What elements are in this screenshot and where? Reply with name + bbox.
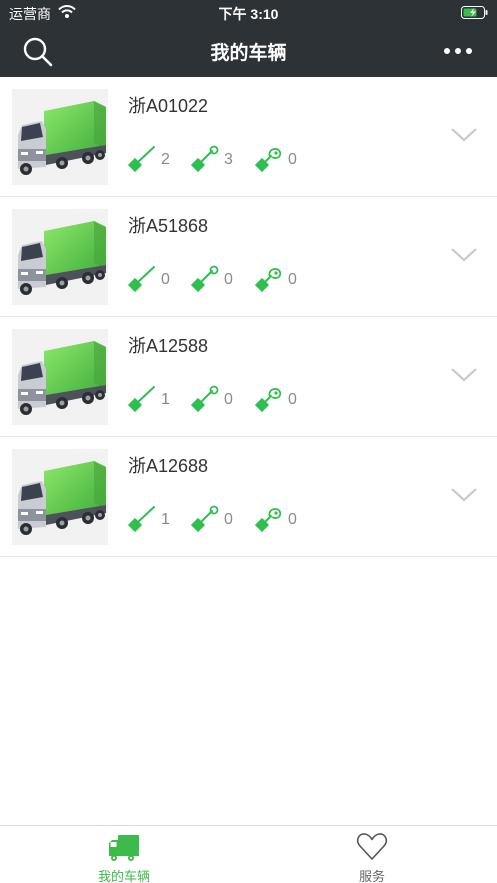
expand-button[interactable] — [451, 367, 477, 383]
lead-seal-count: 2 — [161, 151, 170, 168]
battery-icon — [461, 6, 488, 24]
tab-service[interactable]: 服务 — [322, 826, 422, 883]
tab-my-vehicles-label: 我的车辆 — [97, 869, 150, 883]
tag-seal-count: 0 — [224, 511, 233, 528]
tab-bar: 我的车辆 服务 — [0, 825, 497, 883]
header: 运营商 下午 3:10 我的车辆 — [0, 0, 497, 77]
status-time: 下午 3:10 — [218, 6, 279, 22]
status-bar: 运营商 下午 3:10 — [0, 0, 497, 24]
more-button[interactable] — [440, 38, 476, 64]
chevron-down-icon — [451, 128, 477, 142]
vehicle-row[interactable]: 浙A51868 0 0 0 — [0, 197, 497, 317]
tag-seal-count: 0 — [224, 391, 233, 408]
expand-button[interactable] — [451, 247, 477, 263]
tab-my-vehicles[interactable]: 我的车辆 — [74, 826, 174, 883]
expand-button[interactable] — [451, 127, 477, 143]
truck-image — [12, 449, 108, 545]
expand-button[interactable] — [451, 487, 477, 503]
truck-image — [12, 209, 108, 305]
lead-seal-count: 1 — [161, 391, 170, 408]
license-plate: 浙A12688 — [128, 456, 209, 476]
lock-seal-count: 0 — [288, 151, 297, 168]
lock-seal-count: 0 — [288, 391, 297, 408]
chevron-down-icon — [451, 488, 477, 502]
license-plate: 浙A01022 — [128, 96, 209, 116]
app-screen: 运营商 下午 3:10 我的车辆 浙A01022 2 3 0 浙A51868 0… — [0, 0, 497, 883]
vehicle-row[interactable]: 浙A12688 1 0 0 — [0, 437, 497, 557]
tag-seal-count: 3 — [224, 151, 233, 168]
vehicle-row[interactable]: 浙A01022 2 3 0 — [0, 77, 497, 197]
lock-seal-count: 0 — [288, 511, 297, 528]
license-plate: 浙A51868 — [128, 216, 209, 236]
page-title: 我的车辆 — [210, 43, 287, 64]
lead-seal-count: 1 — [161, 511, 170, 528]
nav-bar: 我的车辆 — [0, 24, 497, 77]
truck-image — [12, 329, 108, 425]
lead-seal-count: 0 — [161, 271, 170, 288]
truck-icon — [108, 831, 140, 868]
license-plate: 浙A12588 — [128, 336, 209, 356]
tab-service-label: 服务 — [358, 869, 385, 883]
lock-seal-count: 0 — [288, 271, 297, 288]
chevron-down-icon — [451, 248, 477, 262]
heart-icon — [356, 831, 388, 868]
tag-seal-count: 0 — [224, 271, 233, 288]
more-icon — [444, 48, 472, 54]
vehicle-row[interactable]: 浙A12588 1 0 0 — [0, 317, 497, 437]
truck-image — [12, 89, 108, 185]
chevron-down-icon — [451, 368, 477, 382]
vehicle-list: 浙A01022 2 3 0 浙A51868 0 0 0 浙A12588 1 0 0 浙A12688 1 0 0 — [0, 77, 497, 557]
